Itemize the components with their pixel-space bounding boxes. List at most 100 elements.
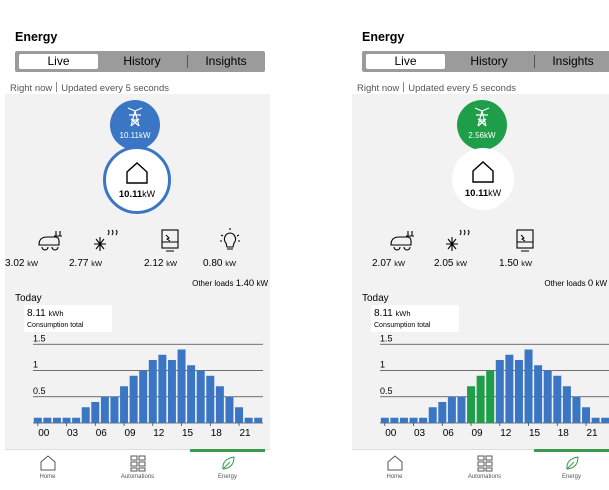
bar-hour-11[interactable] <box>139 370 148 424</box>
bar-hour-22[interactable] <box>244 417 253 423</box>
tab-divider <box>187 55 188 68</box>
bar-hour-07[interactable] <box>100 396 109 423</box>
y-tick-label: 1.5 <box>380 335 393 343</box>
bar-hour-02[interactable] <box>52 417 61 423</box>
nav-automations[interactable]: Automations <box>447 450 522 490</box>
view-switcher: Live History Insights <box>362 51 609 72</box>
bar-hour-23[interactable] <box>601 417 609 423</box>
grid-power-node[interactable]: 2.56kW <box>457 100 507 150</box>
bar-hour-20[interactable] <box>225 396 234 423</box>
bar-hour-08[interactable] <box>457 396 466 423</box>
water-heater-device[interactable] <box>500 227 550 253</box>
home-consumption-node[interactable]: 10.11kW <box>452 148 514 210</box>
bar-hour-00[interactable] <box>380 417 389 423</box>
bar-hour-18[interactable] <box>206 375 215 423</box>
page-title: Energy <box>15 30 58 44</box>
today-label: Today <box>15 293 42 304</box>
device-power-light: 0.80 kW <box>203 258 237 269</box>
bar-hour-01[interactable] <box>390 417 399 423</box>
status-update: Updated every 5 seconds <box>61 83 169 94</box>
home-icon <box>387 455 402 471</box>
x-tick-label: 21 <box>586 428 598 439</box>
bar-hour-20[interactable] <box>572 396 581 423</box>
bar-hour-10[interactable] <box>476 375 485 423</box>
air-conditioner-device[interactable] <box>432 227 482 253</box>
nav-energy[interactable]: Energy <box>190 449 265 490</box>
bar-hour-13[interactable] <box>505 354 514 423</box>
air-conditioner-device[interactable] <box>80 227 130 253</box>
tab-insights[interactable]: Insights <box>538 54 608 69</box>
water-heater-icon <box>516 229 534 252</box>
home-icon <box>472 161 494 183</box>
y-tick-label: 0.5 <box>33 386 46 396</box>
bar-hour-02[interactable] <box>399 417 408 423</box>
device-power-heater: 1.50 kW <box>499 258 533 269</box>
device-power-ev: 3.02 kW <box>5 258 39 269</box>
bar-hour-04[interactable] <box>419 417 428 423</box>
device-power-ac: 2.77 kW <box>69 258 103 269</box>
grid-power-node[interactable]: 10.11kW <box>110 100 160 150</box>
bar-hour-13[interactable] <box>158 354 167 423</box>
automations-icon <box>477 455 492 472</box>
nav-home[interactable]: Home <box>357 450 432 490</box>
bar-hour-04[interactable] <box>72 417 81 423</box>
tab-history[interactable]: History <box>103 54 181 69</box>
bar-hour-14[interactable] <box>514 360 523 423</box>
hourly-consumption-chart: 0.5 1 1.5 00 03 06 09 12 15 18 21 <box>380 335 609 439</box>
bar-hour-15[interactable] <box>524 349 533 424</box>
tab-live[interactable]: Live <box>366 54 445 69</box>
bar-hour-00[interactable] <box>33 417 42 423</box>
ev-charger-device[interactable] <box>377 227 427 253</box>
bar-hour-06[interactable] <box>438 402 447 423</box>
bar-hour-15[interactable] <box>177 349 186 424</box>
power-pylon-icon <box>127 107 143 127</box>
x-tick-label: 15 <box>182 428 194 439</box>
bar-hour-05[interactable] <box>81 407 90 423</box>
bar-hour-18[interactable] <box>553 375 562 423</box>
air-conditioner-icon <box>94 229 118 251</box>
bar-hour-06[interactable] <box>91 402 100 423</box>
bar-hour-12[interactable] <box>495 360 504 423</box>
bar-hour-09[interactable] <box>467 386 476 423</box>
bottom-nav: Home Automations Energy <box>5 449 270 490</box>
bar-hour-17[interactable] <box>196 370 205 424</box>
hourly-consumption-chart: 0.5 1 1.5 00 03 06 09 12 15 18 21 <box>33 335 263 439</box>
bar-hour-22[interactable] <box>591 417 600 423</box>
bar-hour-21[interactable] <box>235 407 244 423</box>
lighting-device[interactable] <box>205 227 255 253</box>
nav-automations[interactable]: Automations <box>100 450 175 490</box>
tab-insights[interactable]: Insights <box>191 54 261 69</box>
bar-hour-03[interactable] <box>62 417 71 423</box>
home-consumption-node[interactable]: 10.11kW <box>103 146 171 214</box>
bar-hour-21[interactable] <box>582 407 591 423</box>
bar-hour-03[interactable] <box>409 417 418 423</box>
bar-hour-09[interactable] <box>120 386 129 423</box>
tab-live[interactable]: Live <box>19 54 98 69</box>
bar-hour-16[interactable] <box>534 365 543 423</box>
bar-hour-14[interactable] <box>167 360 176 423</box>
energy-screen-right: Energy Live History Insights Right now Up… <box>352 0 609 490</box>
x-tick-label: 21 <box>239 428 251 439</box>
automations-icon <box>130 455 145 472</box>
bar-hour-08[interactable] <box>110 396 119 423</box>
bar-hour-10[interactable] <box>129 375 138 423</box>
x-tick-label: 18 <box>558 428 570 439</box>
ev-charger-device[interactable] <box>25 227 75 253</box>
nav-energy[interactable]: Energy <box>534 449 609 490</box>
bar-hour-19[interactable] <box>562 386 571 423</box>
bar-hour-01[interactable] <box>43 417 52 423</box>
bar-hour-12[interactable] <box>148 360 157 423</box>
bar-hour-19[interactable] <box>215 386 224 423</box>
grid-power-value: 10.11kW <box>119 131 151 140</box>
tab-history[interactable]: History <box>450 54 528 69</box>
bar-hour-16[interactable] <box>187 365 196 423</box>
bar-hour-05[interactable] <box>428 407 437 423</box>
nav-home[interactable]: Home <box>10 450 85 490</box>
x-tick-label: 03 <box>414 428 426 439</box>
ev-charger-icon <box>38 231 62 251</box>
bar-hour-11[interactable] <box>486 370 495 424</box>
water-heater-device[interactable] <box>145 227 195 253</box>
bar-hour-17[interactable] <box>543 370 552 424</box>
bar-hour-23[interactable] <box>254 417 263 423</box>
bar-hour-07[interactable] <box>447 396 456 423</box>
